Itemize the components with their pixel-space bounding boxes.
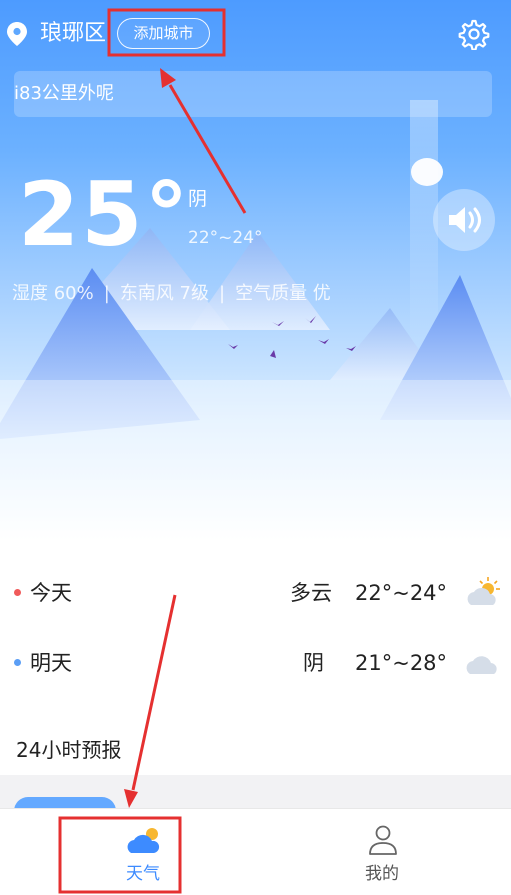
cloud-icon — [466, 656, 497, 674]
stat-separator: | — [219, 283, 226, 304]
day-row-today[interactable]: 今天 多云 22°~24° — [0, 568, 511, 618]
tab-label: 我的 — [365, 864, 399, 884]
today-dot — [14, 589, 21, 596]
humidity-text: 湿度 60% — [12, 283, 94, 304]
tomorrow-dot — [14, 659, 21, 666]
weather-stats: 湿度 60% | 东南风 7级 | 空气质量 优 — [12, 279, 331, 305]
wind-text: 东南风 7级 — [119, 283, 209, 304]
day-temperature-range: 22°~24° — [355, 581, 448, 605]
city-name[interactable]: 琅琊区 — [40, 19, 106, 49]
arrow-line-bottom — [131, 594, 177, 791]
tab-weather[interactable]: 天气 — [63, 809, 223, 895]
stat-separator: | — [103, 283, 110, 304]
notice-banner[interactable]: i83公里外呢 — [14, 71, 492, 117]
day-label: 今天 — [30, 581, 72, 605]
add-city-button[interactable]: 添加城市 — [117, 18, 210, 49]
current-temperature: 25° — [18, 163, 191, 266]
bottom-tab-bar: 天气 我的 — [0, 808, 511, 895]
current-temperature-range: 22°~24° — [188, 228, 263, 248]
day-temperature-range: 21°~28° — [355, 651, 448, 675]
forecast-title: 24小时预报 — [16, 738, 122, 762]
partly-cloudy-icon — [467, 577, 500, 605]
day-condition: 阴 — [303, 651, 324, 675]
tab-label: 天气 — [126, 864, 160, 884]
day-row-tomorrow[interactable]: 明天 阴 21°~28° — [0, 638, 511, 688]
weather-icon — [127, 828, 160, 853]
voice-broadcast-button[interactable] — [433, 189, 495, 251]
tab-mine[interactable]: 我的 — [302, 809, 462, 895]
current-condition: 阴 — [188, 188, 208, 210]
location-pin-icon[interactable] — [6, 21, 28, 47]
top-bar: 琅琊区 添加城市 — [0, 0, 511, 68]
air-quality-text: 空气质量 优 — [235, 283, 331, 304]
speaker-icon — [449, 207, 481, 233]
day-condition: 多云 — [290, 581, 332, 605]
gear-icon[interactable] — [458, 18, 490, 50]
user-icon — [369, 825, 397, 855]
day-label: 明天 — [30, 651, 72, 675]
